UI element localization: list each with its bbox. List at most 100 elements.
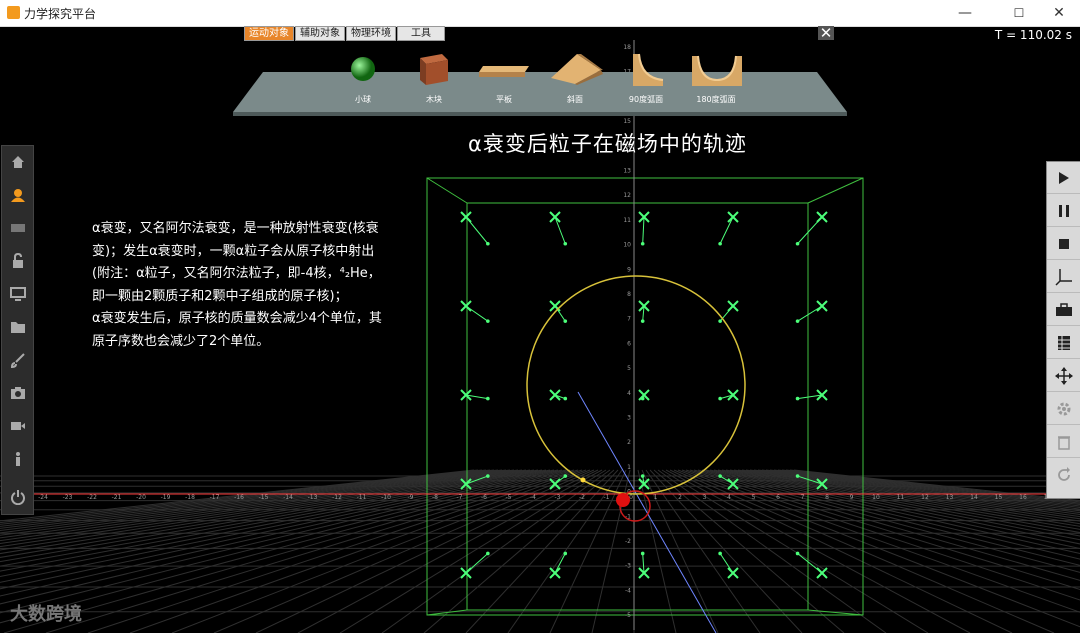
half-arc-object[interactable] (690, 54, 744, 88)
field-marker (638, 551, 650, 579)
y-tick-label: 1 (627, 464, 631, 471)
x-tick-label: -2 (579, 494, 585, 501)
field-marker (460, 211, 490, 246)
tab-physics-environment[interactable]: 物理环境 (346, 26, 396, 41)
nucleus-ball (616, 493, 630, 507)
field-marker (460, 551, 490, 579)
plank-object[interactable] (477, 64, 531, 78)
watermark: 大数跨境 (10, 604, 82, 625)
window-title: 力学探究平台 (24, 7, 97, 21)
x-tick-label: -18 (185, 494, 195, 501)
palette-label-block: 木块 (426, 95, 442, 104)
field-marker (638, 211, 650, 246)
ball-object[interactable] (350, 56, 376, 82)
toolbox-icon[interactable] (1047, 294, 1080, 326)
video-icon[interactable] (2, 410, 33, 442)
field-marker (638, 300, 650, 323)
field-marker (718, 300, 739, 323)
axes-icon[interactable] (1047, 261, 1080, 293)
object-tabs: 运动对象 辅助对象 物理环境 工具 (244, 26, 446, 41)
trash-icon[interactable] (1047, 426, 1080, 458)
field-marker (549, 300, 568, 323)
y-tick-label: -5 (625, 612, 631, 619)
x-tick-label: -9 (408, 494, 414, 501)
y-tick-label: -2 (625, 538, 631, 545)
alpha-particle (580, 477, 586, 483)
y-tick-label: 6 (627, 340, 631, 347)
x-tick-label: 6 (776, 494, 780, 501)
field-marker (549, 211, 568, 246)
x-tick-label: -1 (604, 494, 610, 501)
folder-icon[interactable] (2, 311, 33, 343)
monitor-icon[interactable] (2, 278, 33, 310)
palette-label-incline: 斜面 (567, 95, 583, 104)
x-tick-label: 12 (921, 494, 929, 501)
y-tick-label: 3 (627, 415, 631, 422)
block-object[interactable] (418, 52, 450, 86)
x-tick-label: -8 (432, 494, 438, 501)
x-tick-label: 15 (995, 494, 1003, 501)
panel-icon[interactable] (2, 212, 33, 244)
y-tick-label: 10 (623, 242, 631, 249)
tab-auxiliary-objects[interactable]: 辅助对象 (295, 26, 345, 41)
power-icon[interactable] (2, 481, 33, 513)
palette-label-half-arc: 180度弧面 (696, 95, 736, 104)
gear-icon[interactable] (1047, 393, 1080, 425)
x-tick-label: -16 (234, 494, 244, 501)
x-tick-label: -19 (161, 494, 171, 501)
y-tick-label: 4 (627, 390, 631, 397)
left-toolbar (1, 145, 34, 515)
camera-icon[interactable] (2, 377, 33, 409)
x-tick-label: -13 (308, 494, 318, 501)
y-tick-label: 8 (627, 291, 631, 298)
quarter-arc-object[interactable] (627, 52, 665, 88)
y-tick-label: -4 (625, 587, 631, 594)
field-marker (795, 211, 828, 246)
pause-icon[interactable] (1047, 195, 1080, 227)
tab-tools[interactable]: 工具 (397, 26, 445, 41)
x-tick-label: -6 (481, 494, 487, 501)
palette-close-button[interactable]: ✕ (818, 26, 834, 41)
x-tick-label: -21 (112, 494, 122, 501)
user-icon[interactable] (2, 179, 33, 211)
field-marker (549, 551, 568, 579)
field-marker (718, 551, 739, 579)
info-icon[interactable] (2, 443, 33, 475)
x-tick-label: -15 (259, 494, 269, 501)
y-tick-label: 15 (623, 118, 631, 125)
field-marker (795, 551, 828, 579)
app-icon (7, 6, 20, 19)
brush-icon[interactable] (2, 344, 33, 376)
tab-motion-objects[interactable]: 运动对象 (244, 26, 294, 41)
x-tick-label: -24 (38, 494, 48, 501)
reset-icon[interactable] (1047, 459, 1080, 490)
field-marker (795, 389, 828, 401)
incline-object[interactable] (549, 52, 603, 86)
move-icon[interactable] (1047, 360, 1080, 392)
x-tick-label: 13 (946, 494, 954, 501)
x-tick-label: 2 (678, 494, 682, 501)
x-tick-label: 16 (1019, 494, 1027, 501)
y-tick-label: 11 (623, 217, 631, 224)
palette-label-ball: 小球 (355, 95, 371, 104)
unlock-icon[interactable] (2, 245, 33, 277)
field-marker (718, 211, 739, 246)
minimize-button[interactable]: — (942, 0, 988, 26)
play-icon[interactable] (1047, 162, 1080, 194)
palette-label-quarter-arc: 90度弧面 (628, 95, 664, 104)
x-tick-label: -7 (457, 494, 463, 501)
table-icon[interactable] (1047, 327, 1080, 359)
y-tick-label: 18 (623, 44, 631, 51)
field-marker (718, 389, 739, 401)
close-button[interactable]: ✕ (1036, 0, 1080, 26)
x-tick-label: -23 (63, 494, 73, 501)
stop-icon[interactable] (1047, 228, 1080, 260)
field-marker (638, 389, 650, 401)
x-tick-label: 7 (801, 494, 805, 501)
home-icon[interactable] (2, 146, 33, 178)
x-tick-label: -5 (506, 494, 512, 501)
palette-label-plank: 平板 (496, 95, 512, 104)
x-tick-label: 9 (850, 494, 854, 501)
alpha-trajectory (526, 275, 746, 495)
x-tick-label: -11 (357, 494, 367, 501)
